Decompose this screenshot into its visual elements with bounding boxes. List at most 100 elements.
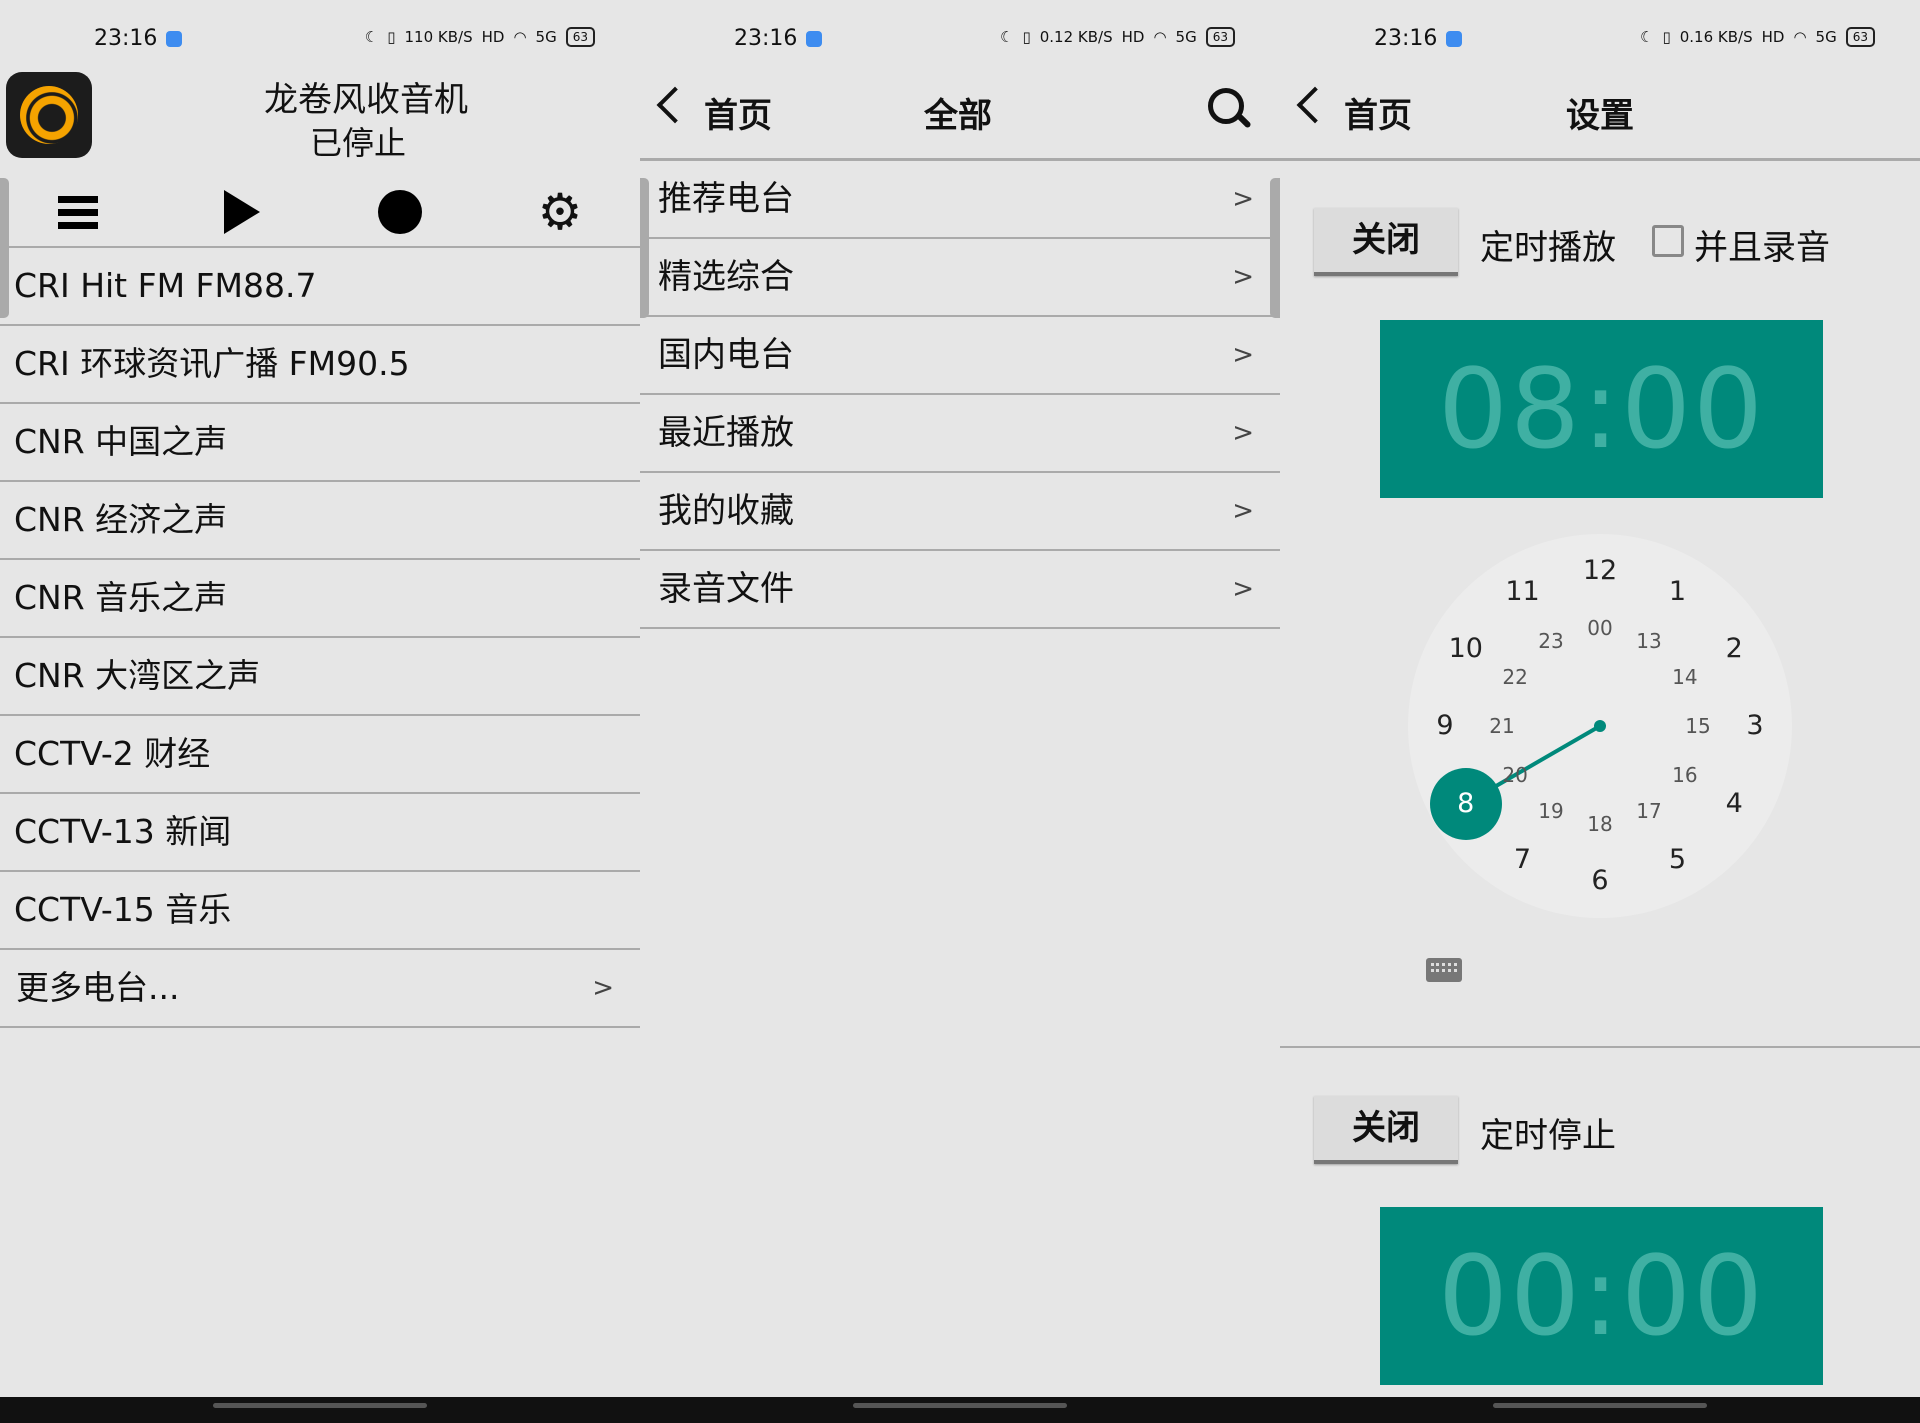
- station-item[interactable]: CCTV-15 音乐: [0, 870, 640, 948]
- clock-center: [1594, 720, 1606, 732]
- nav-bar: [1280, 1397, 1920, 1423]
- category-item[interactable]: 推荐电台 >: [640, 161, 1280, 239]
- back-home-link[interactable]: 首页: [1344, 88, 1412, 137]
- record-icon: [378, 190, 422, 234]
- battery-icon: 63: [1845, 27, 1875, 47]
- clock-hour-12[interactable]: 12: [1580, 556, 1620, 586]
- timer-play-label: 定时播放: [1480, 228, 1616, 268]
- chevron-right-icon: >: [1232, 418, 1254, 448]
- vibrate-icon: ▯: [387, 28, 396, 46]
- page-title: 设置: [1566, 96, 1634, 136]
- clock-hour-13[interactable]: 13: [1629, 626, 1669, 656]
- start-time-display[interactable]: 08:00: [1380, 320, 1823, 498]
- back-chevron-icon[interactable]: [656, 86, 694, 124]
- clock-hour-3[interactable]: 3: [1735, 711, 1775, 741]
- search-icon[interactable]: [1208, 88, 1252, 130]
- status-bar: 23:16 ☾ ▯ 0.16 KB/S HD ◠ 5G 63: [1280, 0, 1920, 80]
- clock-hour-14[interactable]: 14: [1665, 662, 1705, 692]
- timer-play-toggle[interactable]: 关闭: [1314, 208, 1458, 276]
- battery-icon: 63: [1205, 27, 1235, 47]
- status-time: 23:16: [734, 26, 798, 51]
- vibrate-icon: ▯: [1662, 28, 1671, 46]
- nav-bar: [0, 1397, 640, 1423]
- station-item[interactable]: CRI Hit FM FM88.7: [0, 246, 640, 324]
- hd-icon: HD: [1121, 28, 1145, 46]
- wifi-icon: ◠: [513, 28, 527, 46]
- home-indicator[interactable]: [213, 1403, 427, 1408]
- wifi-icon: ◠: [1153, 28, 1167, 46]
- playback-status: 已停止: [309, 124, 406, 162]
- stop-time-display[interactable]: 00:00: [1380, 1207, 1823, 1385]
- player-toolbar: ⚙: [0, 172, 640, 246]
- category-item[interactable]: 最近播放 >: [640, 395, 1280, 473]
- net-speed: 0.12 KB/S: [1039, 28, 1113, 46]
- signal-icon: 5G: [535, 28, 557, 46]
- status-icons: ☾ ▯ 0.16 KB/S HD ◠ 5G 63: [1640, 27, 1875, 47]
- chevron-right-icon: >: [1232, 496, 1254, 526]
- moon-icon: ☾: [1000, 28, 1014, 46]
- record-checkbox[interactable]: [1652, 225, 1684, 257]
- header-divider: [1280, 158, 1920, 161]
- station-item[interactable]: CCTV-2 财经: [0, 714, 640, 792]
- clock-hour-7[interactable]: 7: [1503, 845, 1543, 875]
- clock-dial[interactable]: 12 1 2 3 4 5 6 7 8 9 10 11 00 13 14 15 16 17 18 19 20 21 22 23: [1408, 534, 1792, 918]
- status-icons: ☾ ▯ 0.12 KB/S HD ◠ 5G 63: [1000, 27, 1235, 47]
- status-icons: ☾ ▯ 110 KB/S HD ◠ 5G 63: [365, 27, 595, 47]
- clock-hour-4[interactable]: 4: [1714, 788, 1754, 819]
- clock-hour-23[interactable]: 23: [1531, 626, 1571, 656]
- station-item[interactable]: CNR 经济之声: [0, 480, 640, 558]
- back-home-link[interactable]: 首页: [704, 88, 772, 137]
- clock-hour-6[interactable]: 6: [1580, 866, 1620, 896]
- signal-icon: 5G: [1175, 28, 1197, 46]
- nav-bar: [640, 1397, 1280, 1423]
- page-title: 全部: [924, 96, 992, 136]
- clock-hour-9[interactable]: 9: [1425, 711, 1465, 741]
- category-item[interactable]: 录音文件 >: [640, 551, 1280, 629]
- clock-hour-1[interactable]: 1: [1658, 576, 1698, 607]
- clock-hour-16[interactable]: 16: [1665, 760, 1705, 790]
- category-item[interactable]: 我的收藏 >: [640, 473, 1280, 551]
- keyboard-icon[interactable]: [1426, 958, 1462, 982]
- wifi-icon: ◠: [1793, 28, 1807, 46]
- station-item[interactable]: CCTV-13 新闻: [0, 792, 640, 870]
- chevron-right-icon: >: [1232, 574, 1254, 604]
- category-item[interactable]: 国内电台 >: [640, 317, 1280, 395]
- station-item[interactable]: CNR 中国之声: [0, 402, 640, 480]
- home-indicator[interactable]: [1493, 1403, 1707, 1408]
- home-indicator[interactable]: [853, 1403, 1067, 1408]
- play-button[interactable]: [212, 182, 272, 242]
- clock-hour-20[interactable]: 20: [1495, 760, 1535, 790]
- notification-icon: [806, 31, 822, 47]
- clock-hour-10[interactable]: 10: [1446, 633, 1486, 664]
- clock-hour-18[interactable]: 18: [1580, 809, 1620, 839]
- clock-hour-11[interactable]: 11: [1503, 576, 1543, 607]
- clock-selected-hour[interactable]: 8: [1429, 767, 1502, 840]
- station-item[interactable]: CNR 音乐之声: [0, 558, 640, 636]
- station-item[interactable]: CNR 大湾区之声: [0, 636, 640, 714]
- gear-icon: ⚙: [537, 183, 583, 241]
- clock-hour-00[interactable]: 00: [1580, 613, 1620, 643]
- clock-hour-21[interactable]: 21: [1482, 711, 1522, 741]
- more-stations-item[interactable]: 更多电台... >: [0, 948, 640, 1028]
- clock-hour-19[interactable]: 19: [1531, 796, 1571, 826]
- record-button[interactable]: [370, 182, 430, 242]
- clock-hour-5[interactable]: 5: [1658, 845, 1698, 875]
- clock-hour-22[interactable]: 22: [1495, 662, 1535, 692]
- chevron-right-icon: >: [1232, 340, 1254, 370]
- category-item[interactable]: 精选综合 >: [640, 239, 1280, 317]
- play-icon: [224, 190, 260, 234]
- clock-hour-17[interactable]: 17: [1629, 796, 1669, 826]
- chevron-right-icon: >: [1232, 184, 1254, 214]
- chevron-right-icon: >: [592, 973, 614, 1003]
- status-bar: 23:16 ☾ ▯ 0.12 KB/S HD ◠ 5G 63: [640, 0, 1280, 80]
- clock-hour-15[interactable]: 15: [1678, 711, 1718, 741]
- settings-button[interactable]: ⚙: [530, 182, 590, 242]
- clock-hour-2[interactable]: 2: [1714, 633, 1754, 664]
- start-time-value: 08:00: [1437, 345, 1765, 473]
- menu-button[interactable]: [48, 182, 108, 242]
- back-chevron-icon[interactable]: [1296, 86, 1334, 124]
- status-time: 23:16: [94, 26, 158, 51]
- chevron-right-icon: >: [1232, 262, 1254, 292]
- station-item[interactable]: CRI 环球资讯广播 FM90.5: [0, 324, 640, 402]
- timer-stop-toggle[interactable]: 关闭: [1314, 1096, 1458, 1164]
